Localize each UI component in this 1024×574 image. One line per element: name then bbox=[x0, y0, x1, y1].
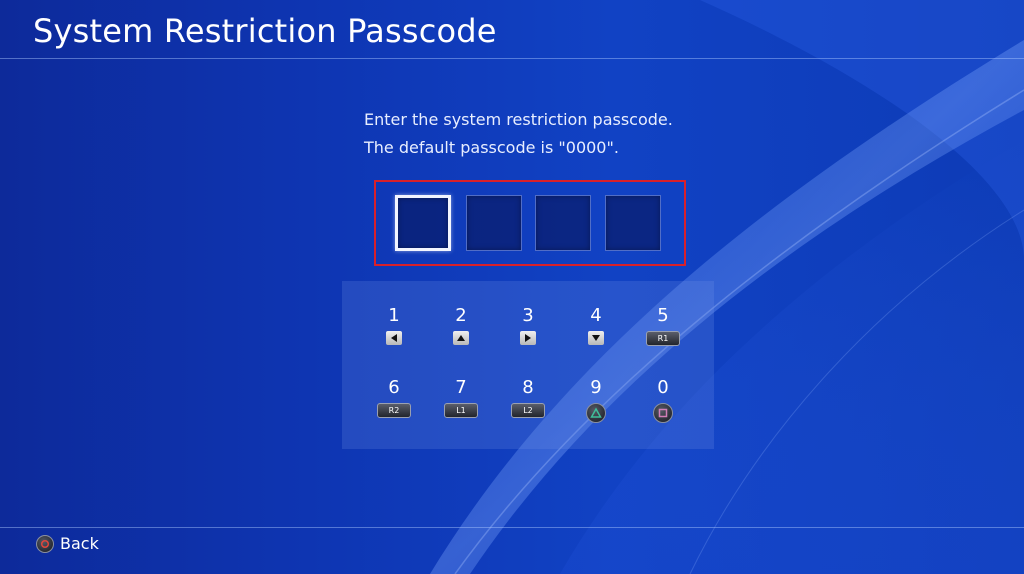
key-digit: 5 bbox=[657, 305, 669, 326]
key-digit: 3 bbox=[522, 305, 534, 326]
key-digit: 4 bbox=[590, 305, 602, 326]
key-digit: 2 bbox=[455, 305, 467, 326]
passcode-digit-2[interactable] bbox=[466, 195, 522, 251]
triangle-button-icon bbox=[586, 403, 606, 423]
key-2[interactable]: 2 bbox=[431, 305, 491, 345]
key-5[interactable]: 5 R1 bbox=[633, 305, 693, 346]
up-arrow-icon bbox=[453, 331, 469, 345]
instruction-line-2: The default passcode is "0000". bbox=[364, 138, 619, 157]
back-button[interactable]: Back bbox=[36, 534, 99, 553]
passcode-digit-3[interactable] bbox=[535, 195, 591, 251]
l1-button-icon: L1 bbox=[444, 403, 478, 418]
footer-divider bbox=[0, 527, 1024, 528]
r2-button-icon: R2 bbox=[377, 403, 411, 418]
key-7[interactable]: 7 L1 bbox=[431, 377, 491, 418]
left-arrow-icon bbox=[386, 331, 402, 345]
l2-button-icon: L2 bbox=[511, 403, 545, 418]
key-digit: 9 bbox=[590, 377, 602, 398]
right-arrow-icon bbox=[520, 331, 536, 345]
instruction-line-1: Enter the system restriction passcode. bbox=[364, 110, 673, 129]
ps4-passcode-screen: System Restriction Passcode Enter the sy… bbox=[0, 0, 1024, 574]
key-4[interactable]: 4 bbox=[566, 305, 626, 345]
instructions: Enter the system restriction passcode. T… bbox=[364, 106, 673, 162]
key-3[interactable]: 3 bbox=[498, 305, 558, 345]
down-arrow-icon bbox=[588, 331, 604, 345]
key-digit: 0 bbox=[657, 377, 669, 398]
key-9[interactable]: 9 bbox=[566, 377, 626, 423]
header-divider bbox=[0, 58, 1024, 59]
number-keypad: 1 2 3 4 5 R1 6 R2 7 L1 8 L2 9 0 bbox=[342, 281, 714, 449]
passcode-digit-4[interactable] bbox=[605, 195, 661, 251]
key-8[interactable]: 8 L2 bbox=[498, 377, 558, 418]
key-digit: 1 bbox=[388, 305, 400, 326]
page-title: System Restriction Passcode bbox=[33, 12, 497, 50]
passcode-digit-1[interactable] bbox=[395, 195, 451, 251]
circle-button-icon bbox=[36, 534, 54, 553]
square-button-icon bbox=[653, 403, 673, 423]
key-0[interactable]: 0 bbox=[633, 377, 693, 423]
key-digit: 6 bbox=[388, 377, 400, 398]
key-digit: 8 bbox=[522, 377, 534, 398]
key-digit: 7 bbox=[455, 377, 467, 398]
key-1[interactable]: 1 bbox=[364, 305, 424, 345]
r1-button-icon: R1 bbox=[646, 331, 680, 346]
back-label: Back bbox=[60, 534, 99, 553]
key-6[interactable]: 6 R2 bbox=[364, 377, 424, 418]
